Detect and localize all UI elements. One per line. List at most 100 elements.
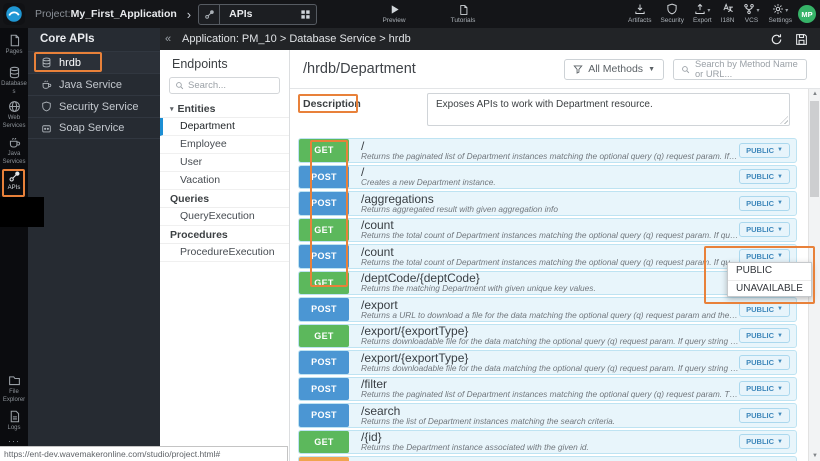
- apis-tab-label: APIs: [220, 8, 300, 20]
- topbar-actions: Artifacts Security ▾ Export I18N ▾VCS ▾Setting…: [628, 3, 792, 24]
- settings-button[interactable]: ▾Settings: [769, 3, 793, 24]
- api-row[interactable]: POST/exportReturns a URL to download a f…: [298, 297, 797, 322]
- endpoint-item-procedureexecution[interactable]: ProcedureExecution: [160, 244, 289, 262]
- grid-icon[interactable]: [300, 9, 311, 20]
- export-label: Export: [693, 17, 712, 24]
- security-button[interactable]: Security: [660, 3, 683, 24]
- export-button[interactable]: ▾ Export: [693, 3, 712, 24]
- access-level-button[interactable]: PUBLIC ▼: [739, 143, 790, 158]
- endpoint-item-queryexecution[interactable]: QueryExecution: [160, 208, 289, 226]
- rail-item-file-explorer[interactable]: File Explorer: [0, 374, 28, 404]
- endpoint-description: Returns the Department instance associat…: [361, 443, 739, 453]
- endpoints-title: Endpoints: [160, 50, 289, 77]
- access-level-button[interactable]: PUBLIC ▼: [739, 434, 790, 449]
- endpoint-description: Creates a new Department instance.: [361, 178, 739, 188]
- dropdown-option-unavailable[interactable]: UNAVAILABLE: [728, 280, 811, 297]
- endpoint-path: /: [361, 166, 739, 178]
- api-row[interactable]: GET/Returns the paginated list of Depart…: [298, 138, 797, 163]
- settings-icon: [772, 3, 784, 15]
- methods-filter-button[interactable]: All Methods ▼: [564, 59, 664, 80]
- endpoints-group-procedures[interactable]: Procedures: [160, 226, 289, 244]
- wavemaker-logo-icon[interactable]: [3, 3, 25, 25]
- access-level-button[interactable]: PUBLIC ▼: [739, 328, 790, 343]
- rail-item-web-services[interactable]: Web Services: [0, 100, 28, 130]
- api-row[interactable]: PUTPUBLIC ▼: [298, 456, 797, 461]
- access-level-button[interactable]: PUBLIC ▼: [739, 196, 790, 211]
- endpoint-path: /deptCode/{deptCode}: [361, 272, 739, 284]
- chevron-down-icon: ▼: [777, 306, 783, 312]
- access-level-button[interactable]: PUBLIC ▼: [739, 222, 790, 237]
- endpoint-description: Returns the matching Department with giv…: [361, 284, 739, 294]
- left-rail: Pages Databases Web Services Java Services A…: [0, 28, 28, 461]
- api-row[interactable]: POST/export/{exportType}Returns download…: [298, 350, 797, 375]
- core-api-item-hrdb[interactable]: hrdb: [28, 51, 160, 73]
- web-services-icon: [8, 100, 21, 113]
- endpoint-item-department[interactable]: Department: [160, 118, 289, 136]
- core-api-item-security-service[interactable]: Security Service: [28, 95, 160, 117]
- artifacts-button[interactable]: Artifacts: [628, 3, 651, 24]
- rail-item-logs[interactable]: Logs: [0, 410, 28, 433]
- api-row[interactable]: POST/countReturns the total count of Dep…: [298, 244, 797, 269]
- rail-item-apis[interactable]: APIs: [0, 170, 28, 193]
- method-badge: GET: [299, 325, 349, 348]
- access-level-button[interactable]: PUBLIC ▼: [739, 381, 790, 396]
- java-services-icon: [8, 136, 21, 149]
- endpoint-path: /search: [361, 405, 739, 417]
- export-icon: [694, 3, 706, 15]
- vcs-button[interactable]: ▾VCS: [743, 3, 759, 24]
- api-row[interactable]: POST/filterReturns the paginated list of…: [298, 377, 797, 402]
- refresh-icon[interactable]: [770, 33, 783, 46]
- scrollbar-thumb[interactable]: [810, 101, 819, 197]
- endpoint-item-employee[interactable]: Employee: [160, 136, 289, 154]
- description-textarea[interactable]: Exposes APIs to work with Department res…: [427, 93, 790, 126]
- save-icon[interactable]: [795, 33, 808, 46]
- i18n-button[interactable]: I18N: [721, 3, 735, 24]
- method-search-placeholder: Search by Method Name or URL...: [695, 59, 799, 79]
- logs-icon: [8, 410, 21, 423]
- app-header: « Application: PM_10 > Database Service …: [160, 28, 820, 50]
- rail-item-pages[interactable]: Pages: [0, 34, 28, 57]
- access-level-button[interactable]: PUBLIC ▼: [739, 408, 790, 423]
- rail-item-databases[interactable]: Databases: [0, 66, 28, 96]
- core-apis-panel: Core APIs hrdbJava ServiceSecurity Servi…: [28, 28, 160, 461]
- api-toolbar: /hrdb/Department All Methods ▼ Search by…: [290, 50, 820, 89]
- method-badge: POST: [299, 245, 349, 268]
- api-row[interactable]: POST/Creates a new Department instance.P…: [298, 165, 797, 190]
- chevron-down-icon: ▼: [777, 253, 783, 259]
- dropdown-option-public[interactable]: PUBLIC: [728, 263, 811, 280]
- resize-grip[interactable]: [780, 116, 788, 124]
- api-row[interactable]: POST/aggregationsReturns aggregated resu…: [298, 191, 797, 216]
- chevron-down-icon: ▾: [707, 7, 710, 14]
- tutorials-button[interactable]: Tutorials: [440, 3, 486, 24]
- api-endpoint-list: GET/Returns the paginated list of Depart…: [298, 138, 797, 461]
- api-row[interactable]: GET/{id}Returns the Department instance …: [298, 430, 797, 455]
- scroll-down-icon[interactable]: ▼: [809, 453, 820, 459]
- core-api-item-java-service[interactable]: Java Service: [28, 73, 160, 95]
- api-row[interactable]: GET/export/{exportType}Returns downloada…: [298, 324, 797, 349]
- preview-button[interactable]: Preview: [374, 3, 414, 24]
- user-avatar[interactable]: MP: [798, 5, 816, 23]
- apis-tab[interactable]: APIs: [198, 4, 317, 25]
- api-row[interactable]: GET/deptCode/{deptCode}Returns the match…: [298, 271, 797, 296]
- rail-overflow[interactable]: ···: [0, 436, 28, 446]
- endpoints-search-input[interactable]: Search...: [169, 77, 280, 94]
- endpoints-group-queries[interactable]: Queries: [160, 190, 289, 208]
- method-search-input[interactable]: Search by Method Name or URL...: [673, 59, 807, 80]
- scroll-up-icon[interactable]: ▲: [809, 91, 820, 97]
- rail-item-java-services[interactable]: Java Services: [0, 136, 28, 166]
- endpoints-group-entities[interactable]: ▾Entities: [160, 100, 289, 118]
- file-explorer-icon: [8, 374, 21, 387]
- api-row[interactable]: POST/searchReturns the list of Departmen…: [298, 403, 797, 428]
- method-badge: GET: [299, 431, 349, 454]
- access-level-button[interactable]: PUBLIC ▼: [739, 302, 790, 317]
- endpoint-item-vacation[interactable]: Vacation: [160, 172, 289, 190]
- api-row[interactable]: GET/countReturns the total count of Depa…: [298, 218, 797, 243]
- access-level-button[interactable]: PUBLIC ▼: [739, 355, 790, 370]
- i18n-label: I18N: [721, 17, 735, 24]
- endpoint-item-user[interactable]: User: [160, 154, 289, 172]
- api-icon: [199, 5, 220, 24]
- access-level-button[interactable]: PUBLIC ▼: [739, 169, 790, 184]
- collapse-panel-icon[interactable]: «: [160, 33, 176, 45]
- core-api-item-soap-service[interactable]: Soap Service: [28, 117, 160, 139]
- method-badge: POST: [299, 298, 349, 321]
